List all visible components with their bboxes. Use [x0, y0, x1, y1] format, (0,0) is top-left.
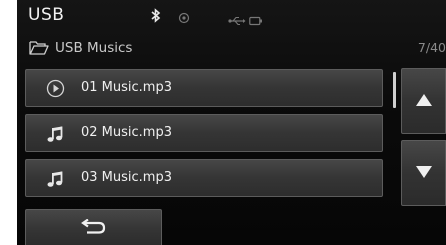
- triangle-up-icon: [416, 94, 432, 106]
- scroll-indicator[interactable]: [393, 72, 396, 108]
- triangle-down-icon: [416, 166, 432, 178]
- track-title: 01 Music.mp3: [81, 80, 172, 95]
- play-circle-icon: [46, 79, 65, 102]
- status-bar: USB: [17, 0, 446, 32]
- folder-name: USB Musics: [55, 40, 133, 56]
- back-button[interactable]: [25, 209, 162, 245]
- music-note-icon: [46, 169, 65, 192]
- app-title: USB: [28, 5, 65, 25]
- gps-icon: [178, 9, 190, 28]
- track-title: 03 Music.mp3: [81, 170, 172, 185]
- track-item[interactable]: 02 Music.mp3: [25, 114, 383, 152]
- bluetooth-icon: [151, 8, 161, 27]
- track-item[interactable]: 03 Music.mp3: [25, 159, 383, 197]
- track-counter: 7/40: [417, 40, 446, 55]
- folder-open-icon: [29, 40, 49, 59]
- track-title: 02 Music.mp3: [81, 125, 172, 140]
- back-arrow-icon: [81, 218, 107, 239]
- music-note-icon: [46, 124, 65, 147]
- folder-path: USB Musics 7/40: [17, 36, 446, 64]
- usb-icon: [228, 11, 246, 30]
- media-screen: USB USB Musics 7/40 01 Music.mp3 02 Musi…: [17, 0, 446, 245]
- scroll-down-button[interactable]: [401, 140, 446, 206]
- track-item[interactable]: 01 Music.mp3: [25, 69, 383, 107]
- scroll-up-button[interactable]: [401, 68, 446, 134]
- battery-icon: [249, 11, 263, 30]
